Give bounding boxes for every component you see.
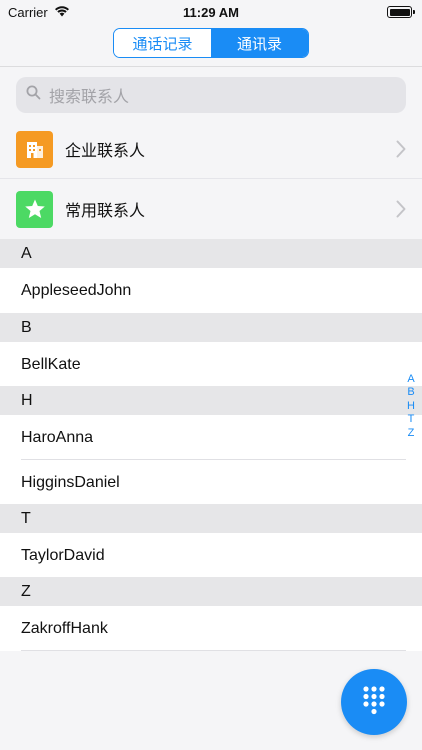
contact-row[interactable]: HigginsDaniel [0, 460, 422, 505]
status-left: Carrier [8, 5, 70, 20]
search-input[interactable]: 搜索联系人 [16, 77, 406, 113]
index-letter-z[interactable]: Z [408, 427, 415, 440]
dialpad-icon [361, 685, 387, 720]
section-header-a: A [0, 239, 422, 268]
tab-contacts[interactable]: 通讯录 [211, 29, 308, 57]
frequent-contacts-row[interactable]: 常用联系人 [0, 179, 422, 239]
section-index-bar[interactable]: A B H T Z [404, 373, 418, 440]
index-letter-h[interactable]: H [407, 400, 415, 413]
star-icon [16, 190, 53, 228]
contact-row[interactable]: HaroAnna [0, 415, 422, 460]
contact-row[interactable]: ZakroffHank [0, 606, 422, 651]
index-letter-a[interactable]: A [407, 373, 414, 386]
section-header-t: T [0, 504, 422, 533]
chevron-right-icon [396, 200, 406, 223]
carrier-label: Carrier [8, 4, 48, 20]
wifi-icon [54, 5, 70, 20]
chevron-right-icon [396, 140, 406, 163]
enterprise-contacts-row[interactable]: 企业联系人 [0, 119, 422, 179]
header-divider [0, 66, 422, 67]
contact-row[interactable]: TaylorDavid [0, 533, 422, 578]
search-icon [26, 85, 41, 105]
contact-row[interactable]: BellKate [0, 342, 422, 387]
frequent-contacts-label: 常用联系人 [65, 203, 146, 220]
contact-row[interactable]: AppleseedJohn [0, 268, 422, 313]
battery-fill [389, 8, 410, 16]
search-placeholder: 搜索联系人 [49, 89, 130, 106]
segmented-control: 通话记录 通讯录 [113, 28, 309, 58]
section-header-z: Z [0, 577, 422, 606]
battery-icon [387, 6, 415, 18]
section-header-h: H [0, 386, 422, 415]
enterprise-contacts-label: 企业联系人 [65, 143, 146, 160]
dialpad-button[interactable] [341, 669, 407, 735]
status-bar: Carrier 11:29 AM [0, 0, 422, 24]
index-letter-b[interactable]: B [407, 386, 414, 399]
index-letter-t[interactable]: T [408, 413, 415, 426]
building-icon [16, 130, 53, 168]
row-separator [21, 650, 406, 651]
tab-call-log[interactable]: 通话记录 [114, 29, 211, 57]
section-header-b: B [0, 313, 422, 342]
